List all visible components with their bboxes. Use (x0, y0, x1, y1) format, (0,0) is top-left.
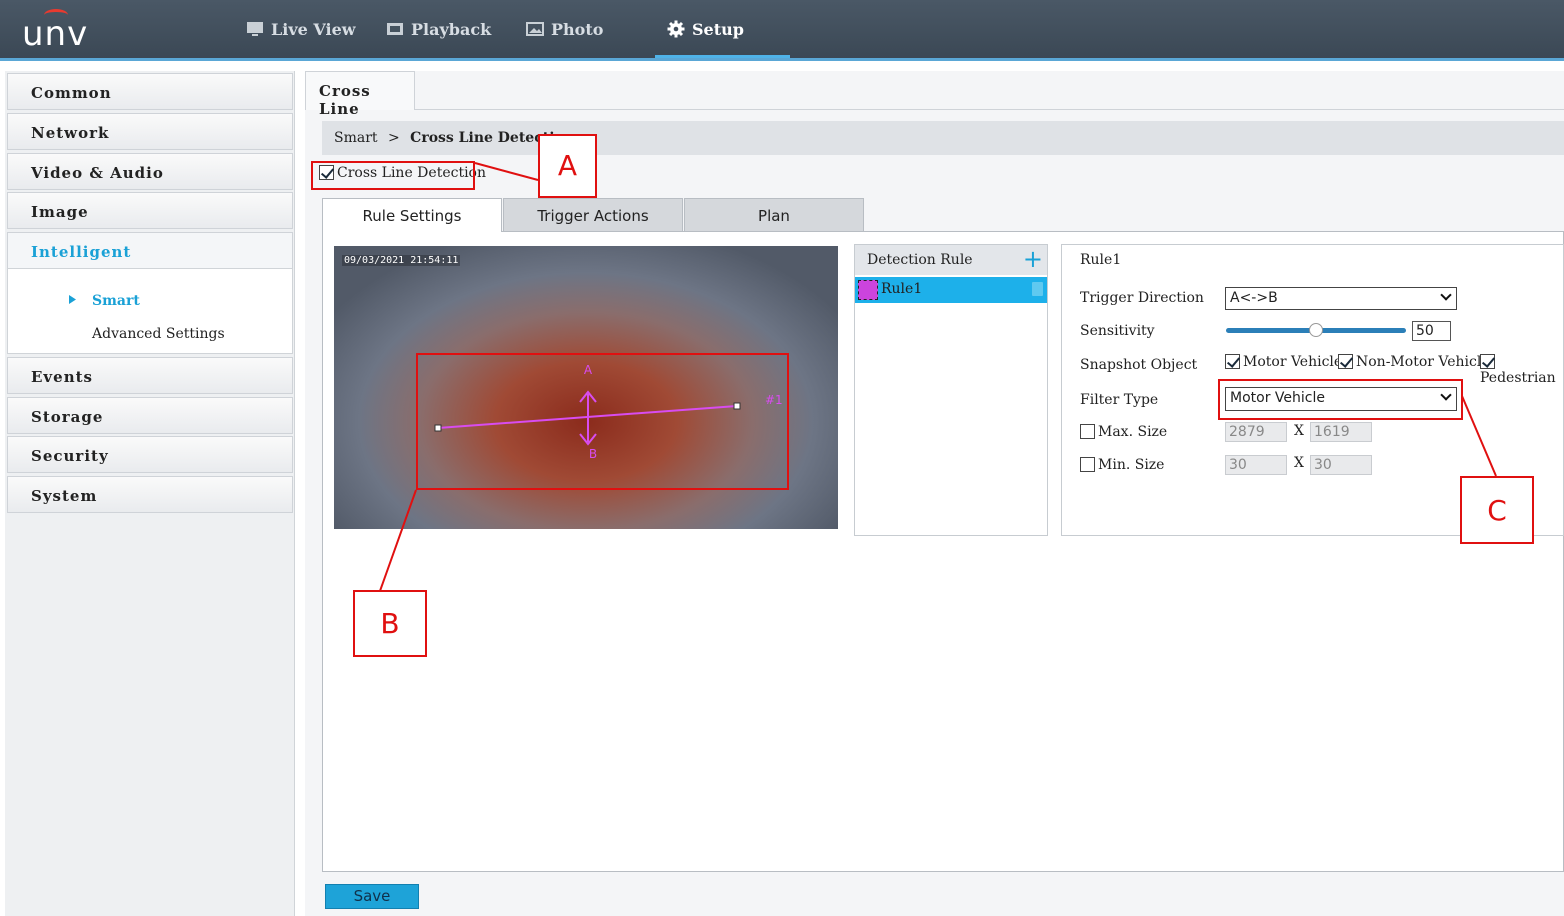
annotation-box-b (416, 353, 789, 490)
annotation-label-b: B (353, 590, 427, 657)
annotation-label-a: A (538, 134, 597, 198)
annotation-box-c (1218, 379, 1463, 420)
annotation-label-c: C (1460, 476, 1534, 544)
annotation-box-a (311, 161, 475, 190)
